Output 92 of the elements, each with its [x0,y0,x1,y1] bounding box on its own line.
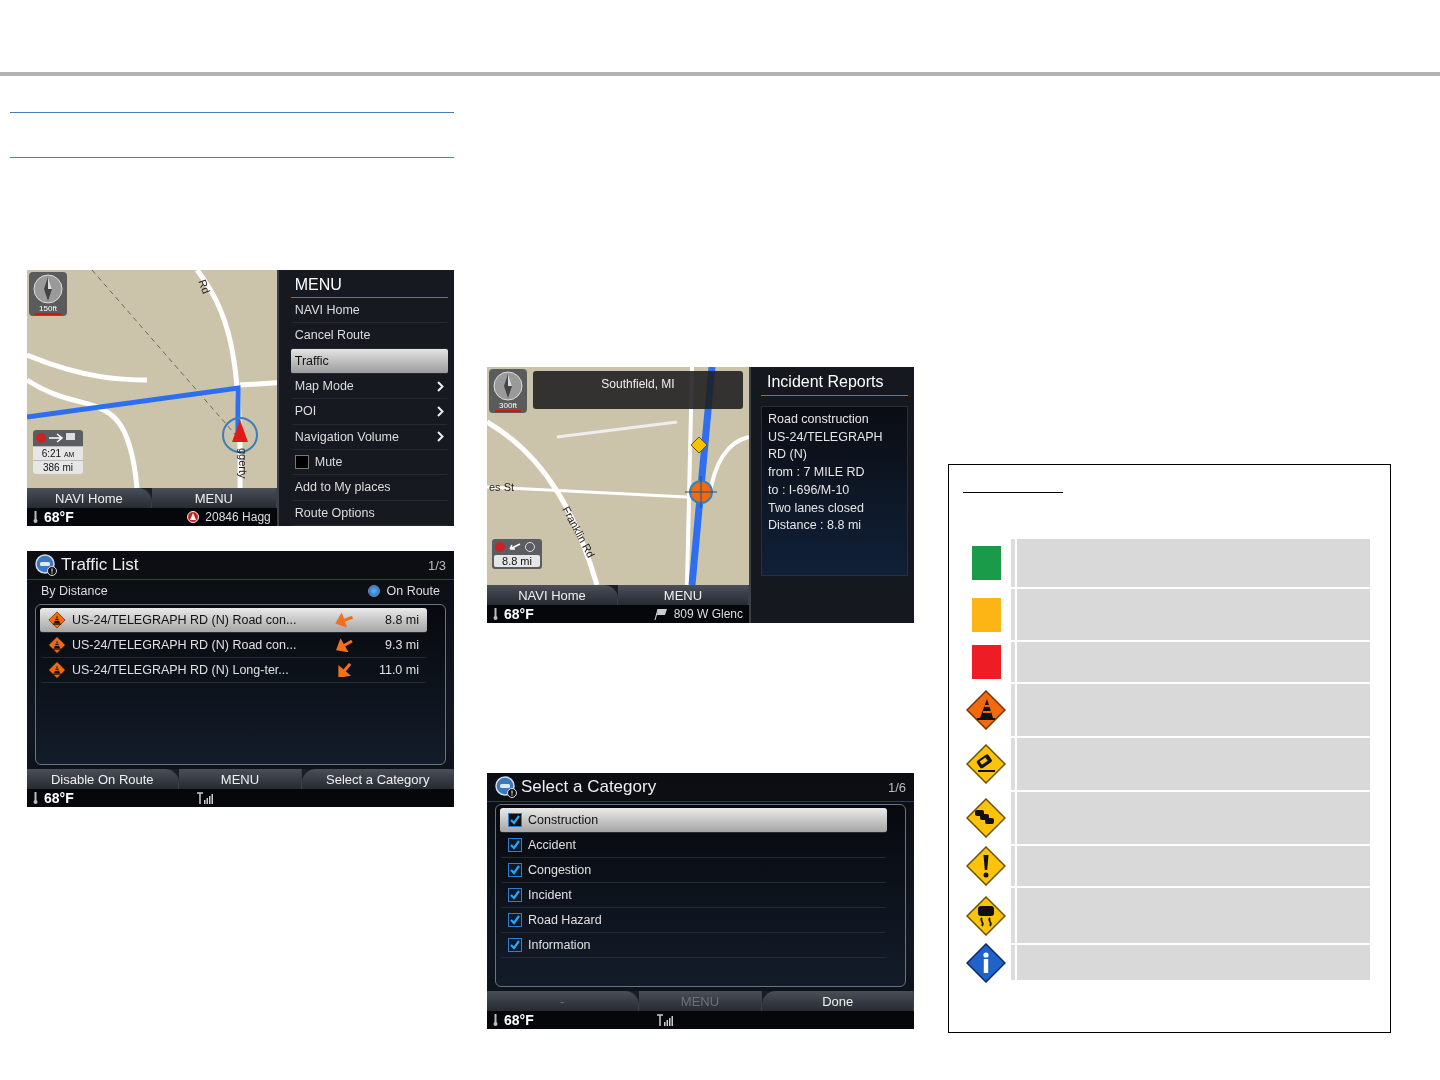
traffic-list-item[interactable]: US-24/TELEGRAPH RD (N) Road con... 9.3 mi [40,633,427,658]
filter-label: On Route [386,584,440,598]
soft-key[interactable]: NAVI Home [27,488,152,508]
screen-title: Traffic List [61,555,139,575]
incident-detail: Road construction [768,411,870,428]
incident-detail: US-24/TELEGRAPH [768,428,884,446]
menu-item[interactable]: Route Options [290,500,448,526]
temperature: 68°F [504,606,534,622]
information-sign-icon [966,942,1006,983]
traffic-list-item[interactable]: US-24/TELEGRAPH RD (N) Long-ter... 11.0 mi [40,658,427,683]
street-label: es St [489,481,515,493]
current-address: 809 W Glenc [673,607,743,621]
location-banner: Southfield, MI [533,371,743,409]
screen-title: Select a Category [521,777,657,797]
radio-button[interactable] [368,585,381,597]
soft-key[interactable]: Disable On Route [27,769,179,789]
panel-title: Incident Reports [761,371,908,396]
menu-item[interactable]: Mute [290,449,448,476]
traffic-jam-sign-icon [966,798,1006,838]
category-item[interactable]: Accident [500,833,887,858]
incident-marker-icon [684,475,718,509]
remaining-distance: 386 mi [33,460,83,474]
temperature: 68°F [44,790,74,806]
exclamation-sign-icon [966,846,1006,886]
menu-title: MENU [290,274,448,298]
street-label: Rd [196,277,213,296]
page-indicator: 1/3 [427,557,446,573]
soft-key[interactable]: MENU [618,585,749,605]
menu-item[interactable]: Cancel Route [290,323,448,349]
checkbox[interactable] [294,455,309,470]
warning-sign-icon [690,436,708,454]
map-scale: 150ft [35,304,61,315]
soft-key[interactable]: Select a Category [302,769,454,789]
category-item[interactable]: Information [500,933,887,958]
direction-arrow-icon [335,638,355,652]
signal-icon [657,1014,674,1026]
traffic-globe-icon [495,776,517,798]
category-item[interactable]: Incident [500,883,887,908]
sort-label: By Distance [41,584,108,598]
thermometer-icon [33,792,38,804]
soft-key[interactable]: NAVI Home [487,585,618,605]
page-indicator: 1/6 [887,779,906,795]
incident-detail: RD (N) [768,446,808,464]
compass-icon [33,274,63,304]
menu-item[interactable]: Navigation Volume [290,424,448,450]
skidding-car-sign-icon [966,895,1006,936]
position-marker-icon [187,511,200,523]
incident-detail: to : I-696/M-10 [768,481,851,499]
category-item[interactable]: Road Hazard [500,908,887,933]
destination-flag-icon [653,608,668,620]
temperature: 68°F [44,509,74,525]
street-label: ggerty [237,448,249,479]
temperature: 68°F [504,1012,534,1028]
thermometer-icon [493,1014,498,1026]
incident-detail: from : 7 MILE RD [768,464,866,482]
traffic-list-item[interactable]: US-24/TELEGRAPH RD (N) Road con... 8.8 mi [40,608,427,633]
traffic-cone-icon [48,611,66,629]
menu-item[interactable]: Traffic [290,348,448,374]
checkbox[interactable] [508,813,522,827]
incident-distance: 8.8 mi [494,555,540,567]
category-item[interactable]: Congestion [500,858,887,883]
checkbox[interactable] [508,888,522,902]
current-address: 20846 Hagg [205,510,271,524]
menu-item[interactable]: Map Mode [290,374,448,400]
menu-item[interactable]: NAVI Home [290,298,448,324]
chevron-icon [437,380,444,392]
signal-icon [197,792,214,804]
chevron-icon [437,405,444,417]
soft-key[interactable]: MENU [178,769,303,789]
overturned-car-sign-icon [966,744,1006,784]
soft-key[interactable]: MENU [151,488,277,508]
checkbox[interactable] [508,863,522,877]
checkbox[interactable] [508,838,522,852]
incident-detail: Distance : 8.8 mi [768,517,863,535]
traffic-cone-sign-icon [966,690,1006,730]
compass-icon [493,371,523,401]
route-direction-icon [494,541,538,553]
traffic-cone-icon [48,661,66,679]
chevron-icon [437,431,444,443]
soft-key[interactable]: Done [762,991,914,1011]
traffic-globe-icon [35,554,57,576]
traffic-cone-icon [48,636,66,654]
direction-arrow-icon [335,613,355,627]
menu-item[interactable]: Add to My places [290,475,448,501]
map-scale: 300ft [495,401,521,412]
category-item[interactable]: Construction [500,808,887,833]
checkbox[interactable] [508,938,522,952]
thermometer-icon [493,608,498,620]
checkbox[interactable] [508,913,522,927]
incident-detail: Two lanes closed [768,499,865,517]
menu-item[interactable]: POI [290,399,448,425]
thermometer-icon [33,511,38,523]
